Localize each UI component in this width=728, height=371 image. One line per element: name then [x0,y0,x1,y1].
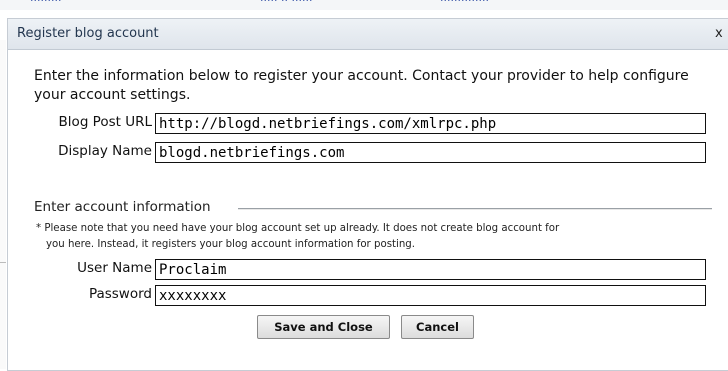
account-note-line: you here. Instead, it registers your blo… [46,239,415,250]
blog-post-url-label: Blog Post URL [58,114,152,130]
display-name-label: Display Name [58,143,152,159]
intro-text: Enter the information below to register … [34,68,689,103]
section-divider [238,208,712,210]
user-name-input[interactable]: Proclaim [155,259,706,280]
cancel-button[interactable]: Cancel [401,315,474,339]
dialog-title-bar[interactable]: Register blog account x [8,19,728,50]
password-label: Password [88,286,152,302]
background-text: ·············· [440,0,489,7]
account-section-legend: Enter account information [34,199,211,215]
display-name-input[interactable]: blogd.netbriefings.com [155,142,706,163]
account-note-line: * Please note that you need have your bl… [36,223,560,234]
save-and-close-button[interactable]: Save and Close [257,315,390,339]
background-text: ········· [30,0,62,7]
password-input[interactable]: xxxxxxxx [155,285,706,306]
user-name-label: User Name [77,260,152,276]
background-page-strip: ········· ····· ·· ······ ·············· [0,0,728,10]
blog-post-url-input[interactable]: http://blogd.netbriefings.com/xmlrpc.php [155,113,706,134]
register-blog-dialog: Register blog account x Enter the inform… [7,18,728,371]
dialog-title: Register blog account [17,26,159,41]
close-icon[interactable]: x [715,26,728,42]
background-page-edge [0,40,6,369]
background-text: ····· ·· ······ [260,0,313,7]
background-divider [0,262,6,263]
account-note: * Please note that you need have your bl… [36,221,716,253]
